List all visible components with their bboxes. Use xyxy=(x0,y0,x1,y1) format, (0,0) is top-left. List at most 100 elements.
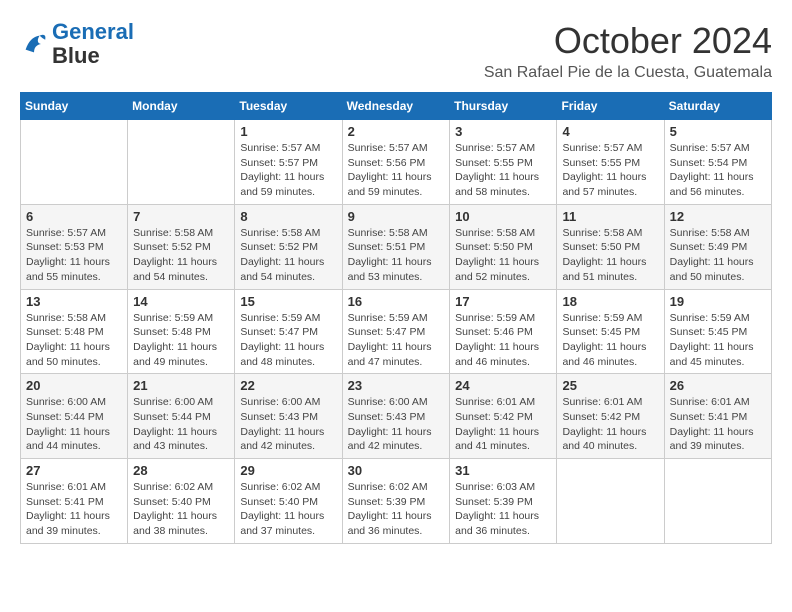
title-block: October 2024 San Rafael Pie de la Cuesta… xyxy=(484,20,772,82)
calendar-week-row: 20 Sunrise: 6:00 AMSunset: 5:44 PMDayligh… xyxy=(21,374,772,459)
day-info: Sunrise: 6:03 AMSunset: 5:39 PMDaylight:… xyxy=(455,480,551,539)
calendar-header-monday: Monday xyxy=(128,93,235,120)
calendar-header-row: SundayMondayTuesdayWednesdayThursdayFrid… xyxy=(21,93,772,120)
day-info: Sunrise: 6:01 AMSunset: 5:42 PMDaylight:… xyxy=(562,395,658,454)
day-number: 22 xyxy=(240,378,336,393)
day-number: 21 xyxy=(133,378,229,393)
logo: GeneralBlue xyxy=(20,20,134,68)
day-number: 10 xyxy=(455,209,551,224)
day-info: Sunrise: 5:57 AMSunset: 5:56 PMDaylight:… xyxy=(348,141,445,200)
calendar-cell: 8Sunrise: 5:58 AMSunset: 5:52 PMDaylight… xyxy=(235,204,342,289)
calendar-cell: 24Sunrise: 6:01 AMSunset: 5:42 PMDayligh… xyxy=(450,374,557,459)
day-number: 11 xyxy=(562,209,658,224)
day-number: 4 xyxy=(562,124,658,139)
day-number: 27 xyxy=(26,463,122,478)
calendar-cell: 12 Sunrise: 5:58 AMSunset: 5:49 PMDayligh… xyxy=(664,204,771,289)
day-info: Sunrise: 5:58 AMSunset: 5:52 PMDaylight:… xyxy=(133,226,229,285)
calendar-cell: 16 Sunrise: 5:59 AMSunset: 5:47 PMDayligh… xyxy=(342,289,450,374)
day-number: 18 xyxy=(562,294,658,309)
calendar-week-row: 1 Sunrise: 5:57 AMSunset: 5:57 PMDaylight… xyxy=(21,120,772,205)
calendar-week-row: 13 Sunrise: 5:58 AMSunset: 5:48 PMDayligh… xyxy=(21,289,772,374)
day-info: Sunrise: 5:59 AMSunset: 5:46 PMDaylight:… xyxy=(455,311,551,370)
day-number: 6 xyxy=(26,209,122,224)
day-number: 20 xyxy=(26,378,122,393)
calendar-cell: 15 Sunrise: 5:59 AMSunset: 5:47 PMDayligh… xyxy=(235,289,342,374)
calendar-week-row: 27 Sunrise: 6:01 AMSunset: 5:41 PMDayligh… xyxy=(21,459,772,544)
day-number: 8 xyxy=(240,209,336,224)
day-number: 19 xyxy=(670,294,766,309)
day-info: Sunrise: 5:59 AMSunset: 5:45 PMDaylight:… xyxy=(670,311,766,370)
calendar-header-tuesday: Tuesday xyxy=(235,93,342,120)
calendar-cell: 21 Sunrise: 6:00 AMSunset: 5:44 PMDayligh… xyxy=(128,374,235,459)
calendar-cell: 19 Sunrise: 5:59 AMSunset: 5:45 PMDayligh… xyxy=(664,289,771,374)
day-number: 16 xyxy=(348,294,445,309)
calendar-cell: 23 Sunrise: 6:00 AMSunset: 5:43 PMDayligh… xyxy=(342,374,450,459)
day-info: Sunrise: 5:58 AMSunset: 5:51 PMDaylight:… xyxy=(348,226,445,285)
day-info: Sunrise: 5:58 AMSunset: 5:50 PMDaylight:… xyxy=(455,226,551,285)
calendar-cell xyxy=(21,120,128,205)
calendar-cell: 3 Sunrise: 5:57 AMSunset: 5:55 PMDaylight… xyxy=(450,120,557,205)
day-number: 14 xyxy=(133,294,229,309)
calendar-cell: 20 Sunrise: 6:00 AMSunset: 5:44 PMDayligh… xyxy=(21,374,128,459)
location: San Rafael Pie de la Cuesta, Guatemala xyxy=(484,64,772,82)
calendar-cell xyxy=(128,120,235,205)
day-info: Sunrise: 5:58 AMSunset: 5:48 PMDaylight:… xyxy=(26,311,122,370)
day-info: Sunrise: 6:00 AMSunset: 5:44 PMDaylight:… xyxy=(133,395,229,454)
calendar-cell: 31 Sunrise: 6:03 AMSunset: 5:39 PMDayligh… xyxy=(450,459,557,544)
day-info: Sunrise: 6:01 AMSunset: 5:42 PMDaylight:… xyxy=(455,395,551,454)
calendar-cell xyxy=(557,459,664,544)
calendar-table: SundayMondayTuesdayWednesdayThursdayFrid… xyxy=(20,92,772,544)
day-info: Sunrise: 5:58 AMSunset: 5:49 PMDaylight:… xyxy=(670,226,766,285)
day-info: Sunrise: 6:01 AMSunset: 5:41 PMDaylight:… xyxy=(670,395,766,454)
calendar-cell: 18 Sunrise: 5:59 AMSunset: 5:45 PMDayligh… xyxy=(557,289,664,374)
logo-text: GeneralBlue xyxy=(52,20,134,68)
day-info: Sunrise: 5:59 AMSunset: 5:47 PMDaylight:… xyxy=(240,311,336,370)
day-number: 15 xyxy=(240,294,336,309)
day-number: 30 xyxy=(348,463,445,478)
day-number: 12 xyxy=(670,209,766,224)
day-number: 23 xyxy=(348,378,445,393)
day-number: 25 xyxy=(562,378,658,393)
calendar-cell: 10 Sunrise: 5:58 AMSunset: 5:50 PMDayligh… xyxy=(450,204,557,289)
day-info: Sunrise: 6:00 AMSunset: 5:44 PMDaylight:… xyxy=(26,395,122,454)
calendar-cell: 26Sunrise: 6:01 AMSunset: 5:41 PMDayligh… xyxy=(664,374,771,459)
day-number: 9 xyxy=(348,209,445,224)
day-info: Sunrise: 5:58 AMSunset: 5:50 PMDaylight:… xyxy=(562,226,658,285)
day-number: 1 xyxy=(240,124,336,139)
calendar-week-row: 6Sunrise: 5:57 AMSunset: 5:53 PMDaylight… xyxy=(21,204,772,289)
calendar-cell: 11 Sunrise: 5:58 AMSunset: 5:50 PMDayligh… xyxy=(557,204,664,289)
day-number: 29 xyxy=(240,463,336,478)
calendar-cell: 13 Sunrise: 5:58 AMSunset: 5:48 PMDayligh… xyxy=(21,289,128,374)
day-number: 13 xyxy=(26,294,122,309)
day-info: Sunrise: 5:57 AMSunset: 5:55 PMDaylight:… xyxy=(455,141,551,200)
day-info: Sunrise: 6:01 AMSunset: 5:41 PMDaylight:… xyxy=(26,480,122,539)
calendar-cell: 29 Sunrise: 6:02 AMSunset: 5:40 PMDayligh… xyxy=(235,459,342,544)
calendar-header-friday: Friday xyxy=(557,93,664,120)
calendar-header-saturday: Saturday xyxy=(664,93,771,120)
day-number: 5 xyxy=(670,124,766,139)
calendar-cell: 22Sunrise: 6:00 AMSunset: 5:43 PMDayligh… xyxy=(235,374,342,459)
calendar-cell: 5Sunrise: 5:57 AMSunset: 5:54 PMDaylight… xyxy=(664,120,771,205)
calendar-cell: 25 Sunrise: 6:01 AMSunset: 5:42 PMDayligh… xyxy=(557,374,664,459)
calendar-header-thursday: Thursday xyxy=(450,93,557,120)
calendar-cell: 17 Sunrise: 5:59 AMSunset: 5:46 PMDayligh… xyxy=(450,289,557,374)
day-info: Sunrise: 5:59 AMSunset: 5:47 PMDaylight:… xyxy=(348,311,445,370)
page-header: GeneralBlue October 2024 San Rafael Pie … xyxy=(20,20,772,82)
calendar-cell: 4 Sunrise: 5:57 AMSunset: 5:55 PMDaylight… xyxy=(557,120,664,205)
day-info: Sunrise: 6:02 AMSunset: 5:40 PMDaylight:… xyxy=(240,480,336,539)
day-number: 31 xyxy=(455,463,551,478)
day-info: Sunrise: 5:59 AMSunset: 5:45 PMDaylight:… xyxy=(562,311,658,370)
day-number: 2 xyxy=(348,124,445,139)
day-info: Sunrise: 5:57 AMSunset: 5:57 PMDaylight:… xyxy=(240,141,336,200)
day-number: 7 xyxy=(133,209,229,224)
day-number: 3 xyxy=(455,124,551,139)
day-number: 17 xyxy=(455,294,551,309)
day-info: Sunrise: 6:00 AMSunset: 5:43 PMDaylight:… xyxy=(348,395,445,454)
day-number: 28 xyxy=(133,463,229,478)
calendar-cell: 6Sunrise: 5:57 AMSunset: 5:53 PMDaylight… xyxy=(21,204,128,289)
day-info: Sunrise: 5:59 AMSunset: 5:48 PMDaylight:… xyxy=(133,311,229,370)
calendar-header-sunday: Sunday xyxy=(21,93,128,120)
calendar-cell: 1 Sunrise: 5:57 AMSunset: 5:57 PMDaylight… xyxy=(235,120,342,205)
day-info: Sunrise: 5:57 AMSunset: 5:55 PMDaylight:… xyxy=(562,141,658,200)
calendar-cell: 30Sunrise: 6:02 AMSunset: 5:39 PMDayligh… xyxy=(342,459,450,544)
